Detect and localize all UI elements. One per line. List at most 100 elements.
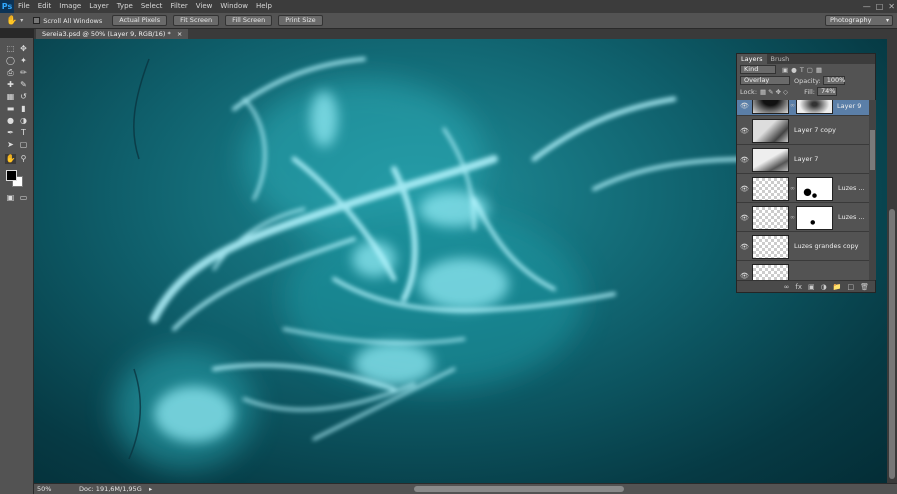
filter-icons[interactable]: ▣●T▢▦ [782, 66, 825, 74]
eye-icon[interactable]: 👁 [740, 102, 749, 110]
opacity-value: 100% [826, 76, 846, 84]
layer-row[interactable]: 👁 ∞ Luzes ... [737, 175, 869, 203]
fill-field[interactable]: 74% [816, 87, 837, 96]
path-selection-tool-icon[interactable]: ➤ [5, 140, 16, 150]
blur-tool-icon[interactable]: ● [5, 116, 16, 126]
menu-image[interactable]: Image [55, 0, 85, 13]
fill-screen-button[interactable]: Fill Screen [225, 15, 273, 26]
new-group-icon[interactable]: 📁 [833, 283, 842, 291]
crop-tool-icon[interactable]: ⎙ [5, 68, 16, 78]
hand-tool-icon[interactable]: ✋ [6, 16, 17, 26]
layer-name: Layer 7 copy [794, 126, 836, 134]
layer-mask-thumbnail[interactable] [796, 177, 833, 201]
menu-bar: Ps File Edit Image Layer Type Select Fil… [0, 0, 897, 13]
blend-mode-select[interactable]: Overlay [740, 76, 790, 85]
lasso-tool-icon[interactable]: ◯ [5, 56, 16, 66]
layers-list: 👁 ∞ Layer 9 👁 Layer 7 copy 👁 Layer 7 👁 ∞… [737, 100, 869, 280]
print-size-button[interactable]: Print Size [278, 15, 323, 26]
layer-row[interactable]: 👁 Layer 7 [737, 146, 869, 174]
options-bar: ✋ ▾ Scroll All Windows Actual Pixels Fit… [0, 13, 897, 29]
layer-thumbnail [752, 235, 789, 259]
zoom-level[interactable]: 50% [37, 484, 51, 494]
menu-view[interactable]: View [192, 0, 217, 13]
quick-mask-icon[interactable]: ▣ [5, 193, 16, 203]
quick-select-tool-icon[interactable]: ✦ [18, 56, 29, 66]
menu-select[interactable]: Select [137, 0, 167, 13]
workspace-value: Photography [830, 16, 872, 24]
eye-icon[interactable]: 👁 [740, 214, 749, 222]
history-brush-tool-icon[interactable]: ↺ [18, 92, 29, 102]
opacity-label: Opacity: [794, 76, 821, 85]
horizontal-scroll-thumb[interactable] [414, 486, 624, 492]
layer-row[interactable]: 👁 ∞ Layer 9 [737, 100, 869, 116]
brush-tool-icon[interactable]: ✎ [18, 80, 29, 90]
eye-icon[interactable]: 👁 [740, 185, 749, 193]
layer-row[interactable]: 👁 Layer 7 copy [737, 117, 869, 145]
filter-kind-select[interactable]: Kind [740, 65, 776, 74]
hand-tool-icon[interactable]: ✋ [5, 154, 16, 164]
tab-layers[interactable]: Layers [737, 54, 767, 64]
type-tool-icon[interactable]: T [18, 128, 29, 138]
zoom-tool-icon[interactable]: ⚲ [18, 154, 29, 164]
menu-edit[interactable]: Edit [34, 0, 56, 13]
pen-tool-icon[interactable]: ✒ [5, 128, 16, 138]
tool-preset-chevron-icon[interactable]: ▾ [20, 17, 23, 24]
gradient-tool-icon[interactable]: ▮ [18, 104, 29, 114]
eye-icon[interactable]: 👁 [740, 156, 749, 164]
eye-icon[interactable]: 👁 [740, 243, 749, 251]
link-layers-icon[interactable]: ∞ [784, 283, 790, 291]
layer-name: Layer 7 [794, 155, 819, 163]
screen-mode-icon[interactable]: ▭ [18, 193, 29, 203]
lock-row: Lock: ▦✎✥◇ Fill: 74% [737, 86, 875, 97]
shape-tool-icon[interactable]: ▢ [18, 140, 29, 150]
actual-pixels-button[interactable]: Actual Pixels [112, 15, 168, 26]
vertical-scroll-thumb[interactable] [889, 209, 895, 479]
menu-help[interactable]: Help [252, 0, 276, 13]
document-tab[interactable]: Sereia3.psd @ 50% (Layer 9, RGB/16) * × [36, 29, 189, 39]
layer-style-icon[interactable]: fx [795, 283, 802, 291]
layers-scrollbar[interactable] [869, 100, 876, 280]
status-menu-arrow-icon[interactable]: ▸ [149, 484, 152, 494]
layer-name: Luzes ... [838, 213, 865, 221]
close-icon[interactable]: ✕ [888, 2, 895, 11]
menu-file[interactable]: File [14, 0, 34, 13]
adjustment-layer-icon[interactable]: ◑ [821, 283, 827, 291]
layer-thumbnail [752, 177, 789, 201]
fit-screen-button[interactable]: Fit Screen [173, 15, 220, 26]
link-icon: ∞ [790, 214, 795, 221]
lock-icons[interactable]: ▦✎✥◇ [760, 88, 790, 96]
close-tab-icon[interactable]: × [177, 30, 182, 38]
new-layer-icon[interactable]: □ [847, 283, 854, 291]
vertical-scrollbar[interactable] [887, 39, 897, 483]
document-tab-title: Sereia3.psd @ 50% (Layer 9, RGB/16) * [42, 30, 171, 38]
document-size: Doc: 191,6M/1,95G [79, 485, 142, 493]
move-tool-icon[interactable]: ✥ [18, 44, 29, 54]
menu-window[interactable]: Window [216, 0, 252, 13]
menu-layer[interactable]: Layer [85, 0, 113, 13]
eye-icon[interactable]: 👁 [740, 272, 749, 280]
menu-type[interactable]: Type [113, 0, 137, 13]
layer-row[interactable]: 👁 Luzes grandes copy [737, 233, 869, 261]
eyedropper-tool-icon[interactable]: ✏ [18, 68, 29, 78]
clone-stamp-tool-icon[interactable]: ▦ [5, 92, 16, 102]
menu-filter[interactable]: Filter [166, 0, 191, 13]
layer-row[interactable]: 👁 ∞ Luzes ... [737, 204, 869, 232]
foreground-color-swatch[interactable] [6, 170, 17, 181]
scroll-all-windows-checkbox[interactable] [33, 17, 41, 24]
dodge-tool-icon[interactable]: ◑ [18, 116, 29, 126]
tab-brush[interactable]: Brush [767, 54, 794, 64]
opacity-field[interactable]: 100% [822, 76, 846, 85]
layers-scroll-thumb[interactable] [870, 130, 875, 170]
workspace-select[interactable]: Photography ▾ [825, 15, 893, 26]
healing-brush-tool-icon[interactable]: ✚ [5, 80, 16, 90]
delete-layer-icon[interactable]: 🗑 [860, 283, 869, 291]
maximize-icon[interactable]: □ [876, 2, 884, 11]
add-mask-icon[interactable]: ▣ [808, 283, 815, 291]
minimize-icon[interactable]: — [863, 2, 871, 11]
layer-mask-thumbnail[interactable] [796, 206, 833, 230]
layer-mask-thumbnail[interactable] [796, 100, 833, 114]
marquee-tool-icon[interactable]: ⬚ [5, 44, 16, 54]
layer-row[interactable]: 👁 [737, 262, 869, 280]
eye-icon[interactable]: 👁 [740, 127, 749, 135]
eraser-tool-icon[interactable]: ▬ [5, 104, 16, 114]
